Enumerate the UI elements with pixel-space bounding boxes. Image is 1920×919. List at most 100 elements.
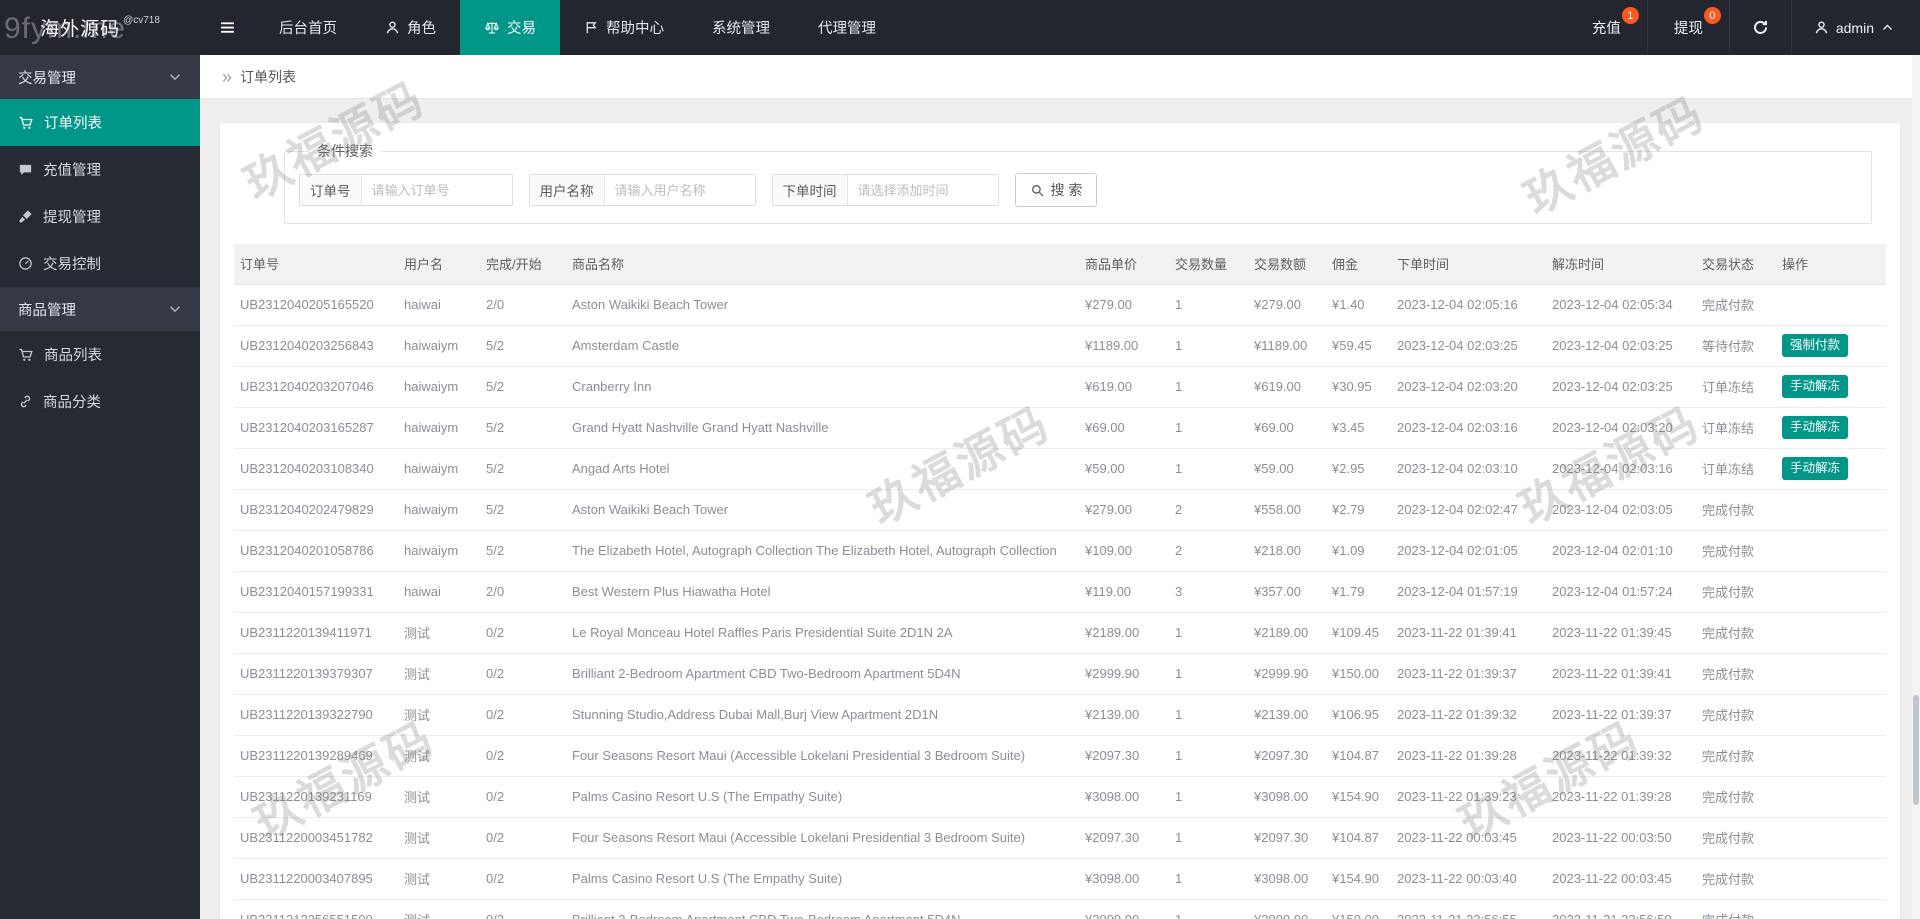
search-input-3[interactable] bbox=[847, 175, 998, 205]
cell-commission: ¥1.79 bbox=[1326, 571, 1391, 613]
cell-commission: ¥106.95 bbox=[1326, 694, 1391, 736]
cell-order_time: 2023-12-04 02:02:47 bbox=[1391, 489, 1546, 531]
cell-unfreeze_time: 2023-12-04 02:03:25 bbox=[1546, 325, 1696, 367]
cell-progress: 0/2 bbox=[480, 817, 566, 859]
cell-commission: ¥104.87 bbox=[1326, 817, 1391, 859]
cell-unfreeze_time: 2023-12-04 02:05:34 bbox=[1546, 284, 1696, 326]
cell-progress: 0/2 bbox=[480, 653, 566, 695]
cell-actions: 强制付款取消订单 bbox=[1776, 325, 1886, 367]
table-row: UB2312040203165287 haiwaiym 5/2 Grand Hyatt… bbox=[234, 407, 1886, 449]
action-button-手动解冻[interactable]: 手动解冻 bbox=[1782, 416, 1849, 439]
cell-actions bbox=[1776, 489, 1886, 531]
cell-status: 订单冻结 bbox=[1696, 366, 1776, 408]
cell-user: haiwai bbox=[398, 571, 480, 613]
cell-product: Aston Waikiki Beach Tower bbox=[566, 489, 1079, 531]
nav-item-6[interactable]: 代理管理 bbox=[794, 0, 900, 55]
breadcrumb-current: 订单列表 bbox=[240, 68, 297, 85]
cell-qty: 1 bbox=[1169, 735, 1248, 777]
search-input-1[interactable] bbox=[361, 175, 512, 205]
cell-status: 完成付款 bbox=[1696, 530, 1776, 572]
cell-order_no: UB2311220139289469 bbox=[234, 735, 398, 777]
quick-action-2[interactable]: 提现 0 bbox=[1646, 0, 1729, 55]
chevron-down-icon bbox=[168, 70, 182, 84]
cell-user: haiwai bbox=[398, 284, 480, 326]
cell-user: 测试 bbox=[398, 776, 480, 818]
nav-item-4[interactable]: 帮助中心 bbox=[560, 0, 688, 55]
cell-unfreeze_time: 2023-11-22 00:03:45 bbox=[1546, 858, 1696, 900]
table-row: UB2311220003407895 测试 0/2 Palms Casino Reso… bbox=[234, 858, 1886, 900]
search-input-2[interactable] bbox=[604, 175, 755, 205]
notification-badge: 0 bbox=[1703, 7, 1721, 24]
search-row: 订单号 用户名称 下单时间 搜 索 bbox=[299, 173, 1857, 207]
cell-qty: 1 bbox=[1169, 366, 1248, 408]
cell-product: Best Western Plus Hiawatha Hotel bbox=[566, 571, 1079, 613]
sidebar-item-订单列表[interactable]: 订单列表 bbox=[0, 99, 200, 146]
action-button-手动解冻[interactable]: 手动解冻 bbox=[1782, 375, 1849, 398]
column-header: 商品名称 bbox=[566, 244, 1079, 285]
main-area: » 订单列表 条件搜索 订单号用户名称下单时间搜 索 订单号用户名完成/开始商品… bbox=[200, 55, 1920, 919]
search-button[interactable]: 搜 索 bbox=[1014, 173, 1098, 207]
sidebar-item-商品列表[interactable]: 商品列表 bbox=[0, 331, 200, 378]
nav-item-5[interactable]: 系统管理 bbox=[688, 0, 794, 55]
user-icon bbox=[385, 20, 400, 35]
cell-progress: 2/0 bbox=[480, 571, 566, 613]
action-button-强制付款[interactable]: 强制付款 bbox=[1782, 334, 1849, 357]
sidebar-item-交易控制[interactable]: 交易控制 bbox=[0, 240, 200, 287]
search-field-group-1: 订单号 bbox=[299, 174, 513, 206]
cell-amount: ¥2139.00 bbox=[1248, 694, 1326, 736]
cell-unit_price: ¥619.00 bbox=[1079, 366, 1169, 408]
nav-item-1[interactable]: 后台首页 bbox=[255, 0, 361, 55]
cell-order_no: UB2312040203165287 bbox=[234, 407, 398, 449]
cell-amount: ¥3098.00 bbox=[1248, 776, 1326, 818]
cell-qty: 1 bbox=[1169, 899, 1248, 919]
user-menu[interactable]: admin bbox=[1790, 0, 1920, 55]
refresh-button[interactable] bbox=[1728, 0, 1791, 55]
caret-up-icon bbox=[1881, 21, 1894, 34]
cell-actions: 手动解冻 bbox=[1776, 366, 1886, 408]
cell-status: 完成付款 bbox=[1696, 776, 1776, 818]
cell-order_time: 2023-12-04 02:03:20 bbox=[1391, 366, 1546, 408]
cell-qty: 3 bbox=[1169, 571, 1248, 613]
cell-commission: ¥154.90 bbox=[1326, 858, 1391, 900]
cell-actions bbox=[1776, 694, 1886, 736]
gavel-icon bbox=[18, 209, 33, 224]
cell-amount: ¥59.00 bbox=[1248, 448, 1326, 490]
sidebar-item-label: 提现管理 bbox=[43, 210, 101, 226]
quick-action-1[interactable]: 充值 1 bbox=[1566, 0, 1647, 55]
refresh-icon bbox=[1752, 19, 1769, 36]
search-field-group-2: 用户名称 bbox=[528, 174, 756, 206]
sidebar-item-label: 订单列表 bbox=[44, 116, 102, 132]
cell-amount: ¥2189.00 bbox=[1248, 612, 1326, 654]
table-row: UB2312040202479829 haiwaiym 5/2 Aston Waiki… bbox=[234, 489, 1886, 531]
cell-progress: 2/0 bbox=[480, 284, 566, 326]
hamburger-menu-icon[interactable] bbox=[200, 0, 255, 55]
cell-product: Palms Casino Resort U.S (The Empathy Sui… bbox=[566, 858, 1079, 900]
nav-item-2[interactable]: 角色 bbox=[361, 0, 460, 55]
sidebar-group-2[interactable]: 商品管理 bbox=[0, 287, 200, 331]
cell-progress: 0/2 bbox=[480, 612, 566, 654]
sidebar-item-商品分类[interactable]: 商品分类 bbox=[0, 378, 200, 425]
cell-amount: ¥2999.90 bbox=[1248, 653, 1326, 695]
nav-item-label: 代理管理 bbox=[818, 21, 876, 37]
cell-status: 完成付款 bbox=[1696, 489, 1776, 531]
column-header: 交易数量 bbox=[1169, 244, 1248, 285]
nav-item-label: 交易 bbox=[507, 21, 536, 37]
sidebar-group-1[interactable]: 交易管理 bbox=[0, 55, 200, 99]
cell-commission: ¥104.87 bbox=[1326, 735, 1391, 777]
sidebar-item-提现管理[interactable]: 提现管理 bbox=[0, 193, 200, 240]
table-row: UB2312040203207046 haiwaiym 5/2 Cranberry I… bbox=[234, 366, 1886, 408]
cell-status: 完成付款 bbox=[1696, 284, 1776, 326]
nav-item-3[interactable]: 交易 bbox=[460, 0, 560, 55]
scrollbar-thumb[interactable] bbox=[1913, 695, 1919, 805]
cell-unit_price: ¥59.00 bbox=[1079, 448, 1169, 490]
cell-unit_price: ¥2139.00 bbox=[1079, 694, 1169, 736]
cell-progress: 0/2 bbox=[480, 899, 566, 919]
column-header: 下单时间 bbox=[1391, 244, 1546, 285]
action-button-手动解冻[interactable]: 手动解冻 bbox=[1782, 457, 1849, 480]
cell-commission: ¥30.95 bbox=[1326, 366, 1391, 408]
sidebar-item-label: 充值管理 bbox=[43, 163, 101, 179]
sidebar-item-充值管理[interactable]: 充值管理 bbox=[0, 146, 200, 193]
cell-progress: 5/2 bbox=[480, 325, 566, 367]
cell-user: haiwaiym bbox=[398, 366, 480, 408]
cell-progress: 5/2 bbox=[480, 448, 566, 490]
